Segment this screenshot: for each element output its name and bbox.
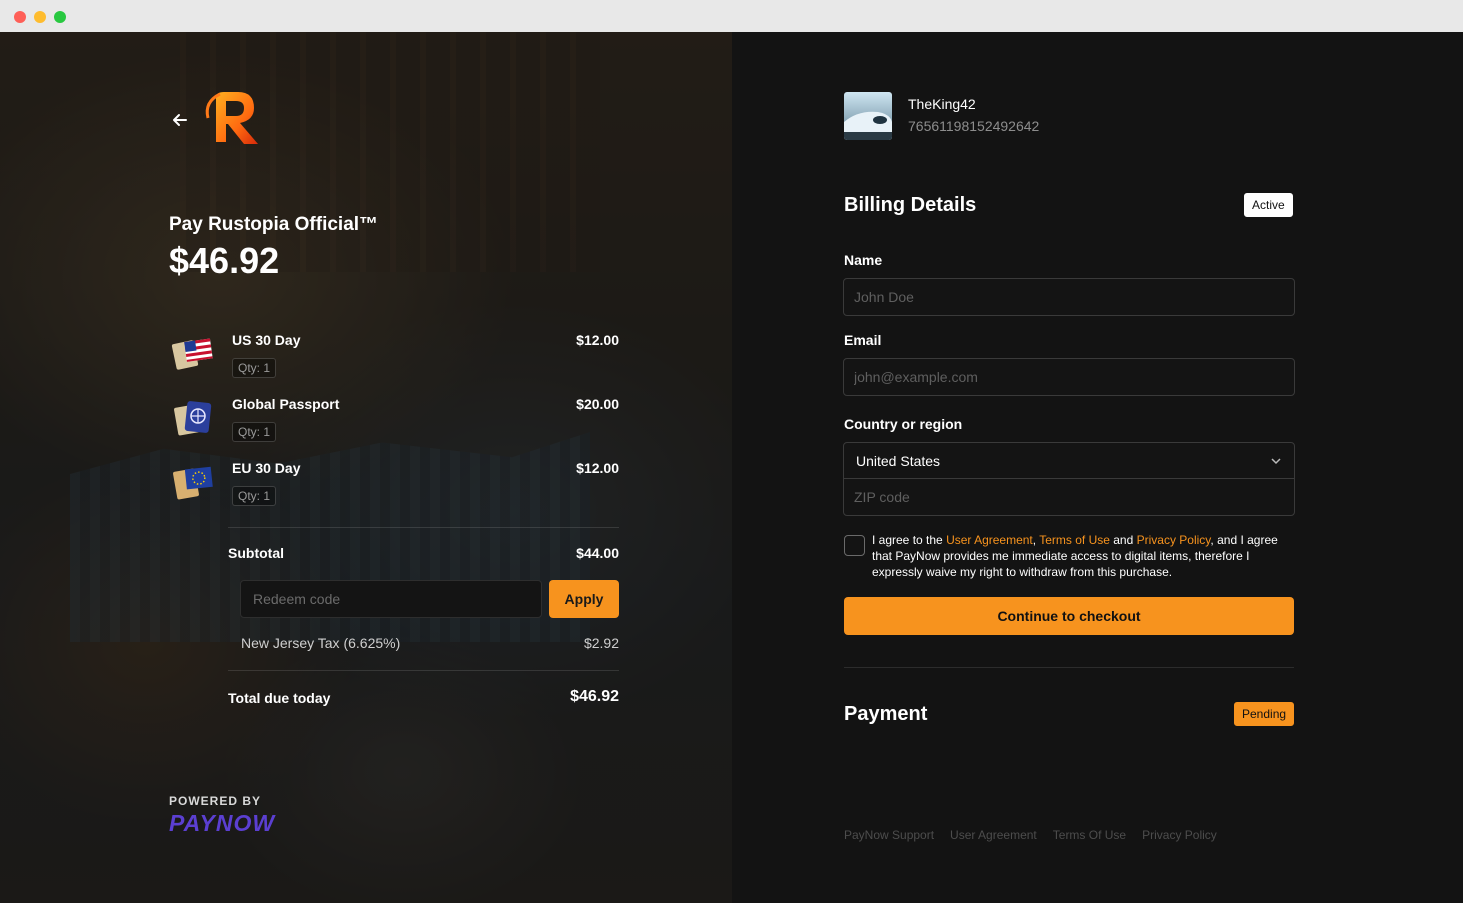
cart-item: US 30 Day $12.00 Qty: 1 — [170, 332, 619, 392]
country-select[interactable]: United States — [844, 443, 1294, 479]
redeem-code-input[interactable] — [240, 580, 542, 618]
user-avatar — [844, 92, 892, 140]
payment-title: Payment — [844, 703, 928, 725]
country-value: United States — [856, 453, 941, 469]
terms-of-use-link[interactable]: Terms of Use — [1039, 533, 1110, 547]
payment-status-badge: Pending — [1234, 702, 1295, 726]
close-window-button[interactable] — [14, 11, 26, 23]
total-due-label: Total due today — [228, 690, 331, 706]
minimize-window-button[interactable] — [34, 11, 46, 23]
cart-item-qty: Qty: 1 — [232, 422, 277, 442]
subtotal-value: $44.00 — [576, 545, 619, 561]
tax-value: $2.92 — [583, 635, 619, 651]
user-steam-id: 76561198152492642 — [908, 118, 1040, 134]
cart-item-name: EU 30 Day — [232, 460, 301, 476]
subtotal-label: Subtotal — [228, 545, 284, 561]
country-label: Country or region — [844, 416, 963, 432]
eu-flag-item-icon — [173, 466, 213, 500]
order-total-display: $46.92 — [169, 240, 280, 281]
summary-divider — [228, 527, 619, 528]
cart-item-qty: Qty: 1 — [232, 358, 277, 378]
continue-to-checkout-button[interactable]: Continue to checkout — [844, 597, 1294, 635]
terms-agreement-text: I agree to the User Agreement, Terms of … — [872, 533, 1278, 579]
zip-code-input[interactable] — [844, 479, 1294, 515]
cart-item-name: Global Passport — [232, 396, 340, 412]
arrow-left-icon[interactable] — [170, 110, 190, 130]
footer-terms-link[interactable]: Terms Of Use — [1053, 828, 1126, 842]
footer-user-agreement-link[interactable]: User Agreement — [950, 828, 1037, 842]
status-badge: Active — [1244, 193, 1293, 217]
name-label: Name — [844, 252, 883, 268]
footer-links: PayNow Support User Agreement Terms Of U… — [844, 828, 1217, 842]
footer-privacy-link[interactable]: Privacy Policy — [1142, 828, 1217, 842]
apply-code-button[interactable]: Apply — [549, 580, 619, 618]
billing-details-title: Billing Details — [844, 194, 977, 216]
privacy-policy-link[interactable]: Privacy Policy — [1137, 533, 1211, 547]
cart-item: EU 30 Day $12.00 Qty: 1 — [170, 460, 619, 520]
chevron-down-icon — [1271, 458, 1281, 465]
cart-item-qty: Qty: 1 — [232, 486, 277, 506]
checkout-panel: TheKing42 76561198152492642 Billing Deta… — [732, 32, 1463, 903]
summary-divider — [228, 670, 619, 671]
paynow-support-link[interactable]: PayNow Support — [844, 828, 934, 842]
us-flag-item-icon — [171, 338, 213, 370]
section-divider — [844, 667, 1294, 668]
powered-by-label: POWERED BY — [169, 794, 262, 808]
window-titlebar — [0, 0, 1463, 32]
username: TheKing42 — [908, 96, 976, 112]
cart-item-price: $12.00 — [576, 460, 619, 476]
cart-item-price: $12.00 — [576, 332, 619, 348]
browser-window: Pay Rustopia Official™ $46.92 US 30 Day … — [0, 0, 1463, 903]
total-due-value: $46.92 — [570, 688, 619, 705]
terms-checkbox[interactable] — [844, 535, 865, 556]
name-input[interactable] — [843, 278, 1295, 316]
order-summary-panel: Pay Rustopia Official™ $46.92 US 30 Day … — [0, 32, 732, 903]
email-label: Email — [844, 332, 882, 348]
cart-item: Global Passport $20.00 Qty: 1 — [170, 396, 619, 456]
email-input[interactable] — [843, 358, 1295, 396]
tax-label: New Jersey Tax (6.625%) — [241, 635, 401, 651]
globe-passport-icon — [174, 401, 212, 436]
country-zip-group: United States — [843, 442, 1295, 516]
rustopia-r-logo — [205, 92, 258, 144]
maximize-window-button[interactable] — [54, 11, 66, 23]
user-agreement-link[interactable]: User Agreement — [946, 533, 1033, 547]
paynow-logo[interactable]: PAYNOW — [169, 810, 275, 837]
merchant-title: Pay Rustopia Official™ — [169, 214, 379, 235]
cart-item-name: US 30 Day — [232, 332, 301, 348]
cart-item-price: $20.00 — [576, 396, 619, 412]
